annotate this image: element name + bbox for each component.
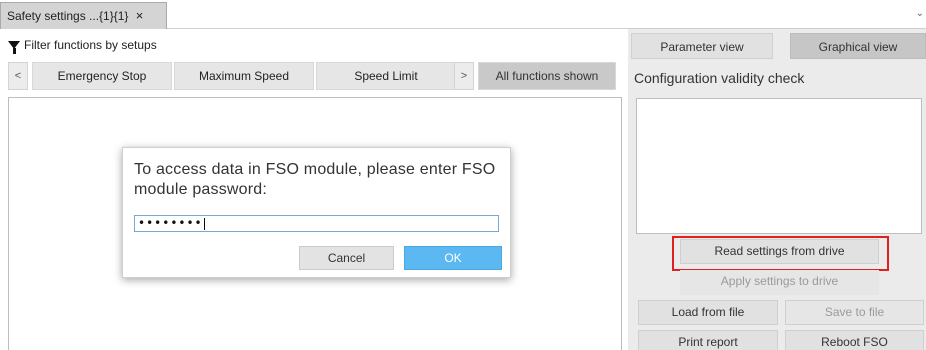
print-report-button[interactable]: Print report — [638, 330, 778, 350]
reboot-fso-button[interactable]: Reboot FSO — [785, 330, 924, 350]
apply-settings-button[interactable]: Apply settings to drive — [680, 270, 879, 295]
dialog-message: To access data in FSO module, please ent… — [134, 161, 496, 198]
funnel-icon — [8, 41, 20, 54]
save-to-file-button[interactable]: Save to file — [785, 300, 924, 325]
password-dialog: To access data in FSO module, please ent… — [122, 147, 511, 278]
tab-parameter-view[interactable]: Parameter view — [631, 33, 773, 59]
load-from-file-button[interactable]: Load from file — [638, 300, 778, 325]
right-panel: Parameter view Graphical view Configurat… — [628, 29, 926, 350]
tabs-scroll-left-button[interactable]: < — [8, 62, 28, 90]
all-functions-shown-button[interactable]: All functions shown — [478, 62, 616, 90]
tab-emergency-stop[interactable]: Emergency Stop — [32, 62, 172, 90]
document-tab-title: Safety settings ...{1}{1} — [7, 9, 129, 23]
password-value: •••••••• — [138, 216, 203, 230]
tab-speed-limit[interactable]: Speed Limit — [316, 62, 456, 90]
document-tabstrip: Safety settings ...{1}{1} × ⌄ — [0, 0, 926, 29]
tabs-scroll-right-button[interactable]: > — [454, 62, 474, 90]
function-tabs: < Emergency Stop Maximum Speed Speed Lim… — [8, 62, 622, 90]
cancel-button[interactable]: Cancel — [299, 246, 394, 270]
close-icon[interactable]: × — [136, 8, 144, 23]
read-settings-button[interactable]: Read settings from drive — [680, 239, 879, 264]
tab-maximum-speed[interactable]: Maximum Speed — [174, 62, 314, 90]
validity-check-title: Configuration validity check — [634, 70, 805, 86]
tab-graphical-view[interactable]: Graphical view — [790, 33, 926, 59]
chevron-down-icon[interactable]: ⌄ — [916, 8, 924, 19]
document-tab-safety-settings[interactable]: Safety settings ...{1}{1} × — [0, 2, 167, 29]
text-caret — [203, 217, 205, 230]
validity-check-output — [636, 98, 922, 234]
ok-button[interactable]: OK — [404, 246, 502, 270]
filter-label: Filter functions by setups — [24, 38, 157, 52]
filter-functions-toggle[interactable]: Filter functions by setups — [8, 37, 157, 54]
password-field[interactable]: •••••••• — [134, 215, 499, 232]
